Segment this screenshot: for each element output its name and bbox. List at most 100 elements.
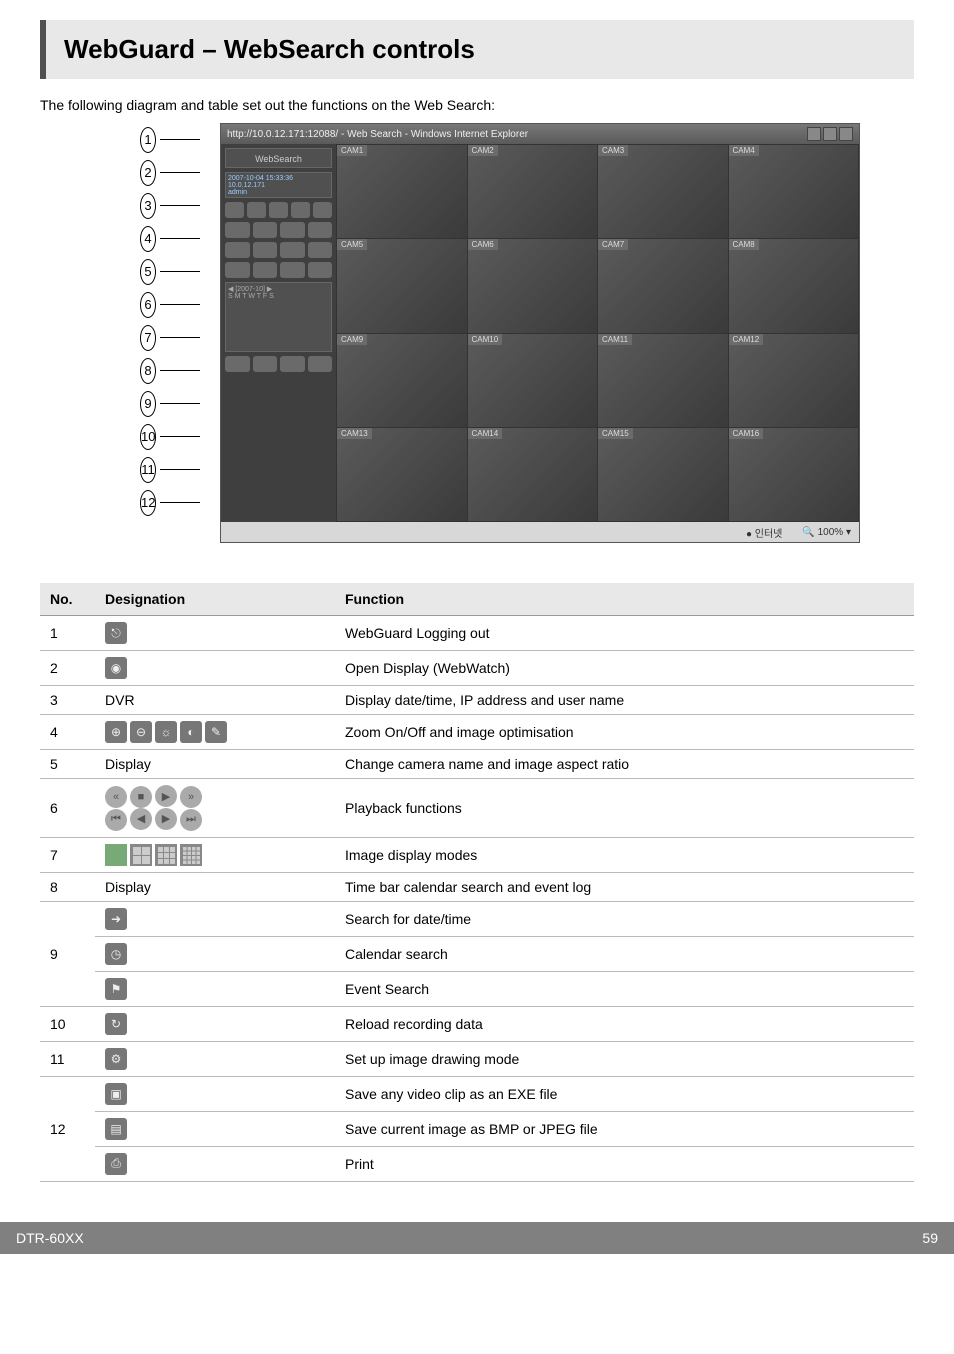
camera-tile[interactable]: CAM12 xyxy=(729,334,859,427)
camera-tile[interactable]: CAM7 xyxy=(598,239,728,332)
cell-no: 10 xyxy=(40,1006,95,1041)
stepfwd-icon[interactable] xyxy=(280,242,305,258)
save-exe-icon[interactable] xyxy=(225,356,250,372)
camera-label: CAM8 xyxy=(729,239,759,250)
ffwd-icon: » xyxy=(180,786,202,808)
calendar-panel[interactable]: ◀ [2007-10] ▶ S M T W T F S xyxy=(225,282,332,352)
first-icon: ⏮ xyxy=(105,809,127,831)
stepback-icon[interactable] xyxy=(253,242,278,258)
playback-row1[interactable] xyxy=(225,222,332,238)
camera-tile[interactable]: CAM3 xyxy=(598,145,728,238)
layout-4x4-icon xyxy=(180,844,202,866)
layout-1x1-icon[interactable] xyxy=(225,262,250,278)
logout-icon: ⎋ xyxy=(105,622,127,644)
table-row: 3DVRDisplay date/time, IP address and us… xyxy=(40,686,914,715)
play-icon[interactable] xyxy=(280,222,305,238)
camera-tile[interactable]: CAM13 xyxy=(337,428,467,521)
camera-tile[interactable]: CAM10 xyxy=(468,334,598,427)
callout-number: 11 xyxy=(140,457,156,483)
cell-function: Save any video clip as an EXE file xyxy=(335,1076,914,1111)
camera-tile[interactable]: CAM5 xyxy=(337,239,467,332)
camera-tile[interactable]: CAM15 xyxy=(598,428,728,521)
camera-tile[interactable]: CAM1 xyxy=(337,145,467,238)
minimize-icon[interactable] xyxy=(807,127,821,141)
camera-label: CAM14 xyxy=(468,428,503,439)
edit-icon[interactable] xyxy=(313,202,332,218)
callout-number: 6 xyxy=(140,292,156,318)
table-row: ⚑ Event Search xyxy=(40,971,914,1006)
cell-function: Open Display (WebWatch) xyxy=(335,651,914,686)
cell-function: Event Search xyxy=(335,971,914,1006)
window-controls[interactable] xyxy=(807,127,853,141)
camera-label: CAM9 xyxy=(337,334,367,345)
cell-no: 5 xyxy=(40,750,95,779)
layout-4x4-icon[interactable] xyxy=(308,262,333,278)
zoom-out-icon[interactable] xyxy=(247,202,266,218)
function-table: No. Designation Function 1⎋WebGuard Logg… xyxy=(40,583,914,1182)
layout-row[interactable] xyxy=(225,262,332,278)
first-icon[interactable] xyxy=(225,242,250,258)
contrast-icon[interactable] xyxy=(291,202,310,218)
table-row: ⎙ Print xyxy=(40,1146,914,1181)
camera-tile[interactable]: CAM16 xyxy=(729,428,859,521)
layout-3x3-icon[interactable] xyxy=(280,262,305,278)
dvr-ip: 10.0.12.171 xyxy=(228,182,329,189)
table-row: 4⊕⊖☼◐✎Zoom On/Off and image optimisation xyxy=(40,715,914,750)
close-icon[interactable] xyxy=(839,127,853,141)
designation-text: DVR xyxy=(105,692,135,708)
playback-row2[interactable] xyxy=(225,242,332,258)
camera-label: CAM15 xyxy=(598,428,633,439)
cell-no: 1 xyxy=(40,616,95,651)
callout-8: 8 xyxy=(140,354,200,387)
draw-mode-icon[interactable] xyxy=(308,356,333,372)
cell-function: Print xyxy=(335,1146,914,1181)
callout-number: 4 xyxy=(140,226,156,252)
callout-number: 7 xyxy=(140,325,156,351)
table-row: 6«■▶»⏮◀▶⏭Playback functions xyxy=(40,779,914,838)
zoom-out-icon: ⊖ xyxy=(130,721,152,743)
callout-number: 8 xyxy=(140,358,156,384)
print-icon: ⎙ xyxy=(105,1153,127,1175)
table-row: 8DisplayTime bar calendar search and eve… xyxy=(40,872,914,901)
camera-label: CAM3 xyxy=(598,145,628,156)
print-icon[interactable] xyxy=(280,356,305,372)
callout-line xyxy=(160,271,200,272)
callout-line xyxy=(160,436,200,437)
cell-no: 9 xyxy=(40,901,95,1006)
save-row[interactable] xyxy=(225,356,332,372)
camera-tile[interactable]: CAM14 xyxy=(468,428,598,521)
layout-2x2-icon[interactable] xyxy=(253,262,278,278)
bright-icon[interactable] xyxy=(269,202,288,218)
callout-line xyxy=(160,337,200,338)
camera-label: CAM10 xyxy=(468,334,503,345)
table-row: 11⚙Set up image drawing mode xyxy=(40,1041,914,1076)
cell-designation: ↻ xyxy=(95,1006,335,1041)
th-des: Designation xyxy=(95,583,335,616)
camera-tile[interactable]: CAM2 xyxy=(468,145,598,238)
save-img-icon: ▤ xyxy=(105,1118,127,1140)
rewind-icon: « xyxy=(105,786,127,808)
cell-designation: «■▶»⏮◀▶⏭ xyxy=(95,779,335,838)
camera-tile[interactable]: CAM6 xyxy=(468,239,598,332)
event-icon: ⚑ xyxy=(105,978,127,1000)
cell-function: Save current image as BMP or JPEG file xyxy=(335,1111,914,1146)
save-img-icon[interactable] xyxy=(253,356,278,372)
callout-line xyxy=(160,304,200,305)
camera-tile[interactable]: CAM11 xyxy=(598,334,728,427)
cell-function: Calendar search xyxy=(335,936,914,971)
callout-2: 2 xyxy=(140,156,200,189)
camera-label: CAM7 xyxy=(598,239,628,250)
camera-tile[interactable]: CAM4 xyxy=(729,145,859,238)
maximize-icon[interactable] xyxy=(823,127,837,141)
zoom-in-icon[interactable] xyxy=(225,202,244,218)
stop-icon[interactable] xyxy=(253,222,278,238)
stepfwd-icon: ▶ xyxy=(155,808,177,830)
camera-label: CAM1 xyxy=(337,145,367,156)
camera-tile[interactable]: CAM9 xyxy=(337,334,467,427)
cell-designation: ▣ xyxy=(95,1076,335,1111)
ffwd-icon[interactable] xyxy=(308,222,333,238)
camera-tile[interactable]: CAM8 xyxy=(729,239,859,332)
image-tools[interactable] xyxy=(225,202,332,218)
rewind-icon[interactable] xyxy=(225,222,250,238)
last-icon[interactable] xyxy=(308,242,333,258)
